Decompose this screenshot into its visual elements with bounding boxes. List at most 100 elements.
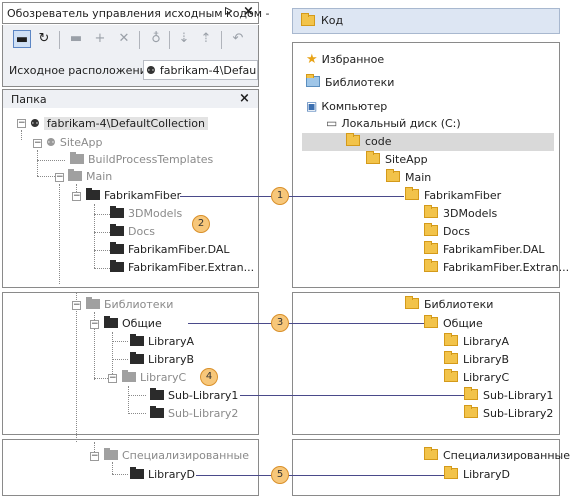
folder-icon bbox=[110, 260, 124, 272]
folder-icon bbox=[405, 296, 419, 309]
tree-item-siteapp[interactable]: ⚉ SiteApp bbox=[46, 135, 102, 151]
nav-computer[interactable]: ▣ Компьютер bbox=[306, 98, 387, 114]
close-icon[interactable]: × bbox=[243, 4, 254, 19]
nav-libraries-folder[interactable]: Библиотеки bbox=[405, 296, 493, 313]
folder-icon bbox=[424, 315, 438, 328]
nav-libraries[interactable]: Библиотеки bbox=[306, 74, 394, 91]
nav-3dmodels[interactable]: 3DModels bbox=[424, 205, 497, 222]
nav-libraryb[interactable]: LibraryB bbox=[444, 351, 509, 368]
drive-icon: ▭ bbox=[326, 116, 338, 130]
check-out-icon[interactable]: ⇡ bbox=[197, 30, 215, 48]
new-folder-icon[interactable]: ▬ bbox=[67, 30, 85, 48]
add-items-icon[interactable]: + bbox=[91, 30, 109, 48]
nav-local-disk[interactable]: ▭ Локальный диск (C:) bbox=[326, 115, 461, 131]
folder-icon bbox=[366, 151, 380, 164]
tree-item-sub-library1[interactable]: Sub-Library1 bbox=[150, 388, 238, 404]
folder-icon bbox=[86, 297, 100, 309]
toolbar: ▬ ↻ ▬ + ✕ ♁ ⇣ ⇡ ↶ bbox=[2, 25, 259, 55]
folder-icon bbox=[104, 316, 118, 328]
source-location-field[interactable]: ⚉fabrikam-4\Default... bbox=[143, 60, 258, 80]
nav-favorites[interactable]: ★ Избранное bbox=[306, 52, 384, 68]
folder-icon bbox=[464, 405, 478, 418]
tree-item-libraryc[interactable]: LibraryC bbox=[122, 370, 186, 386]
tree-item-3dmodels[interactable]: 3DModels bbox=[110, 206, 182, 222]
folder-icon bbox=[424, 205, 438, 218]
folders-icon[interactable]: ▬ bbox=[13, 30, 31, 48]
nav-dal[interactable]: FabrikamFiber.DAL bbox=[424, 241, 545, 258]
folder-icon bbox=[464, 387, 478, 400]
nav-docs[interactable]: Docs bbox=[424, 223, 470, 240]
callout-2: 2 bbox=[192, 215, 210, 233]
nav-sub-library1[interactable]: Sub-Library1 bbox=[464, 387, 553, 404]
folder-icon bbox=[386, 169, 400, 182]
tree-item-dal[interactable]: FabrikamFiber.DAL bbox=[110, 242, 230, 258]
tree-item-fabrikamfiber[interactable]: FabrikamFiber bbox=[86, 188, 181, 204]
collection-icon: ⚉ bbox=[146, 64, 156, 77]
callout-4: 4 bbox=[200, 368, 218, 386]
nav-librarya[interactable]: LibraryA bbox=[444, 333, 509, 350]
callout-5: 5 bbox=[271, 466, 289, 484]
explorer-address-bar: Код bbox=[292, 8, 560, 34]
folder-icon bbox=[130, 467, 144, 479]
nav-libraryc[interactable]: LibraryC bbox=[444, 369, 509, 386]
folder-icon bbox=[110, 224, 124, 236]
nav-specialized[interactable]: Специализированные bbox=[424, 447, 570, 464]
folder-icon bbox=[405, 187, 419, 200]
nav-siteapp[interactable]: SiteApp bbox=[366, 151, 428, 168]
folder-icon bbox=[68, 169, 82, 181]
project-icon: ⚉ bbox=[46, 136, 56, 149]
collection-icon: ⚉ bbox=[30, 117, 40, 130]
nav-fabrikamfiber[interactable]: FabrikamFiber bbox=[405, 187, 501, 204]
callout-3: 3 bbox=[271, 314, 289, 332]
folder-icon bbox=[444, 333, 458, 346]
source-location-label: Исходное расположение: bbox=[9, 64, 158, 77]
folder-icon bbox=[424, 447, 438, 460]
folder-icon bbox=[444, 351, 458, 364]
tree-item-libraryb[interactable]: LibraryB bbox=[130, 352, 194, 368]
folder-icon bbox=[130, 352, 144, 364]
folder-icon bbox=[104, 448, 118, 460]
folder-icon bbox=[86, 188, 100, 200]
tree-item-buildprocesstemplates[interactable]: BuildProcessTemplates bbox=[70, 152, 213, 168]
tree-item-main[interactable]: Main bbox=[68, 169, 112, 185]
source-location-row: Исходное расположение: ⚉ fabrikam-4\Defau… bbox=[2, 55, 259, 87]
star-icon: ★ bbox=[306, 52, 318, 67]
libraries-icon bbox=[306, 74, 320, 87]
folder-icon bbox=[424, 223, 438, 236]
tree-item-extran[interactable]: FabrikamFiber.Extran... bbox=[110, 260, 254, 276]
nav-code[interactable]: code bbox=[346, 133, 392, 150]
pin-icon[interactable]: ᐅ bbox=[224, 5, 232, 18]
folder-icon bbox=[150, 388, 164, 400]
undo-icon[interactable]: ↶ bbox=[229, 30, 247, 48]
connector-line-1 bbox=[180, 196, 404, 197]
nav-main[interactable]: Main bbox=[386, 169, 431, 186]
nav-common[interactable]: Общие bbox=[424, 315, 483, 332]
tree-item-sub-library2[interactable]: Sub-Library2 bbox=[150, 406, 238, 422]
tree-item-librarya[interactable]: LibraryA bbox=[130, 334, 194, 350]
nav-extran[interactable]: FabrikamFiber.Extran... bbox=[424, 259, 569, 276]
folder-icon bbox=[110, 206, 124, 218]
close-icon[interactable]: × bbox=[239, 91, 250, 106]
folder-icon bbox=[130, 334, 144, 346]
get-latest-icon[interactable]: ♁ bbox=[147, 30, 165, 48]
connector-line-4 bbox=[240, 395, 464, 396]
folder-icon bbox=[424, 241, 438, 254]
nav-sub-library2[interactable]: Sub-Library2 bbox=[464, 405, 553, 422]
tree-item-common[interactable]: Общие bbox=[104, 316, 162, 332]
folder-pane-title: Папка bbox=[11, 93, 47, 106]
tree-item-specialized[interactable]: Специализированные bbox=[104, 448, 249, 464]
tree-item-docs[interactable]: Docs bbox=[110, 224, 155, 240]
folder-icon bbox=[70, 152, 84, 164]
callout-1: 1 bbox=[271, 187, 289, 205]
nav-libraryd[interactable]: LibraryD bbox=[444, 466, 510, 483]
check-in-icon[interactable]: ⇣ bbox=[175, 30, 193, 48]
computer-icon: ▣ bbox=[306, 99, 318, 113]
tree-item-libraryd[interactable]: LibraryD bbox=[130, 467, 195, 483]
refresh-icon[interactable]: ↻ bbox=[35, 30, 53, 48]
delete-icon[interactable]: ✕ bbox=[115, 30, 133, 48]
folder-icon bbox=[122, 370, 136, 382]
selected-row-highlight bbox=[302, 133, 554, 151]
tree-root-collection[interactable]: ⚉ fabrikam-4\DefaultCollection bbox=[30, 116, 208, 132]
folder-pane-header: Папка × bbox=[2, 89, 259, 109]
tree-item-libraries[interactable]: Библиотеки bbox=[86, 297, 173, 313]
